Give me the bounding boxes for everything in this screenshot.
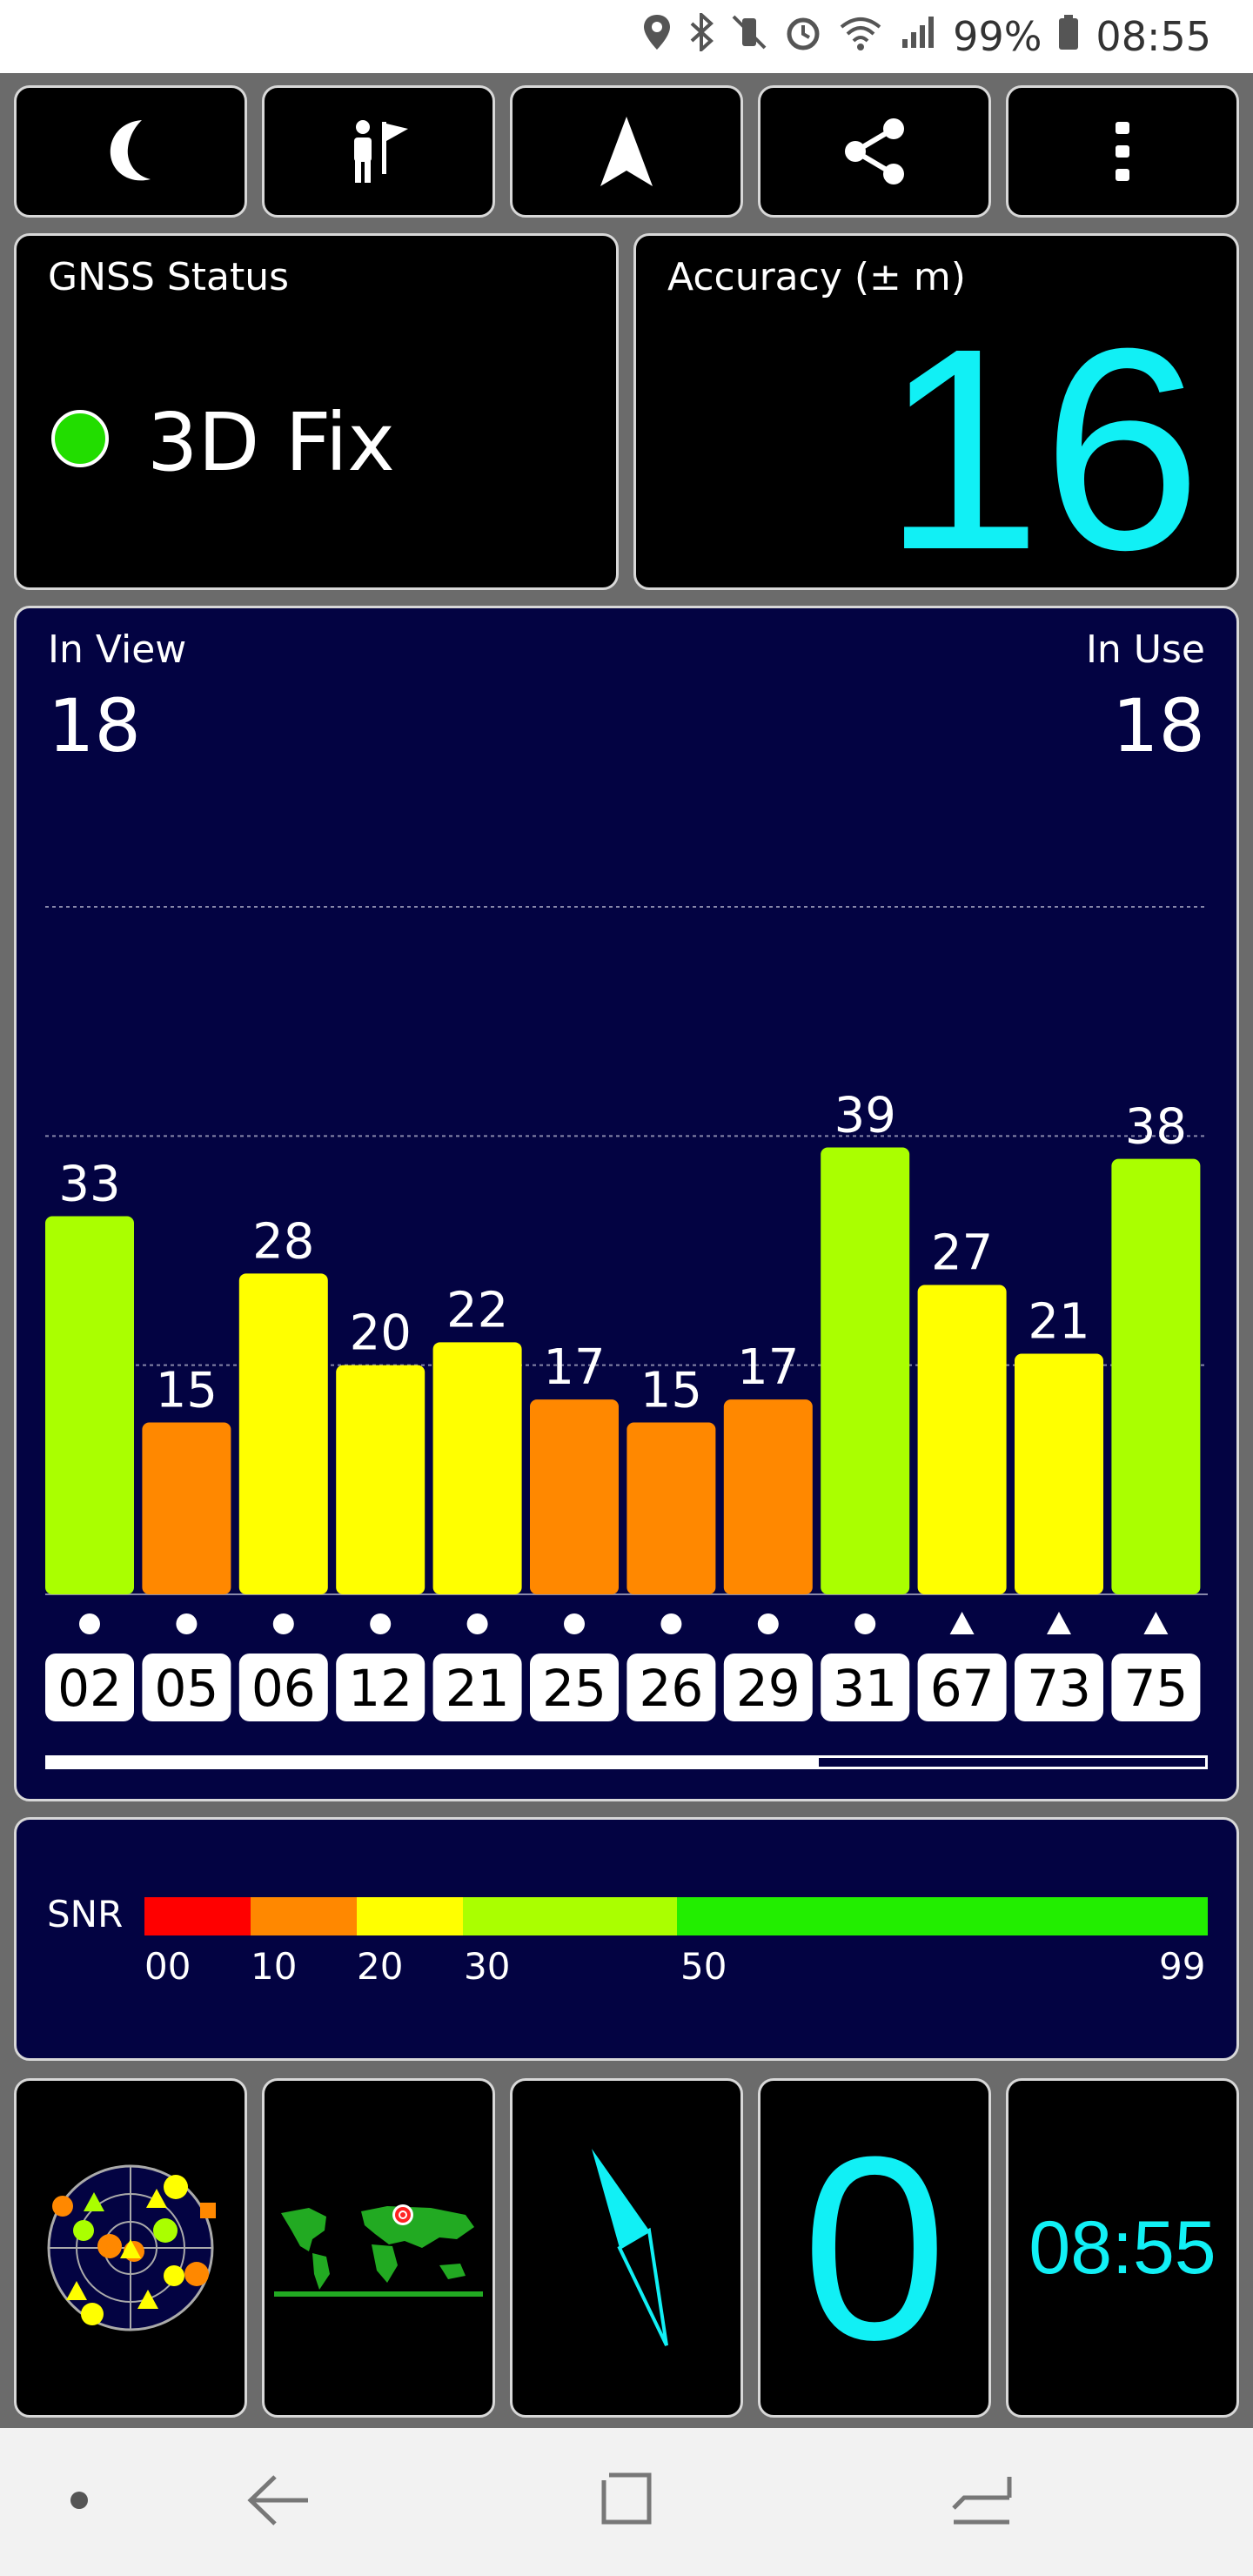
dot-icon[interactable] — [68, 2489, 90, 2512]
world-map-button[interactable] — [262, 2078, 495, 2418]
snr-bar — [821, 1147, 910, 1594]
snr-value-label: 15 — [156, 1363, 218, 1419]
used-in-fix-marker — [466, 1613, 488, 1634]
satellite-id-label: 02 — [57, 1659, 122, 1718]
used-in-fix-marker — [757, 1613, 779, 1634]
world-map-icon — [274, 2204, 483, 2297]
satellite-id-label: 29 — [736, 1659, 801, 1718]
snr-bar-chart: 33 02 15 05 28 06 20 12 22 21 17 25 15 26 17 29 39 31 27 67… — [45, 906, 1208, 1721]
snr-value-label: 28 — [252, 1213, 314, 1270]
satellite-id-label: 31 — [833, 1659, 897, 1718]
satellite-id-label: 75 — [1123, 1659, 1188, 1718]
snr-segment — [357, 1897, 463, 1935]
chart-scrollbar[interactable] — [45, 1755, 1208, 1769]
snr-value-label: 38 — [1125, 1099, 1187, 1156]
snr-bar — [917, 1285, 1007, 1594]
satellite-id-label: 73 — [1027, 1659, 1091, 1718]
snr-value-label: 27 — [931, 1225, 993, 1282]
snr-segment — [144, 1897, 251, 1935]
satellite-id-label: 21 — [446, 1659, 510, 1718]
snr-label: SNR — [47, 1893, 124, 1935]
back-icon[interactable] — [244, 2470, 313, 2531]
snr-tick: 20 — [357, 1945, 404, 1988]
speed-value: 0 — [801, 2102, 948, 2394]
snr-value-label: 22 — [446, 1282, 508, 1338]
snr-tick: 99 — [1159, 1945, 1206, 1988]
snr-bar — [432, 1342, 522, 1594]
used-in-fix-marker — [176, 1613, 198, 1634]
snr-value-label: 17 — [737, 1339, 799, 1396]
compass-button[interactable] — [510, 2078, 743, 2418]
snr-bar — [530, 1399, 619, 1594]
snr-tick: 10 — [251, 1945, 298, 1988]
satellite-id-label: 05 — [154, 1659, 218, 1718]
snr-value-label: 20 — [350, 1305, 412, 1362]
snr-bar — [626, 1422, 716, 1594]
snr-bar — [142, 1422, 231, 1594]
compass-icon — [592, 2149, 668, 2346]
satellite-id-label: 12 — [348, 1659, 412, 1718]
used-in-fix-marker — [854, 1613, 876, 1634]
snr-segment — [251, 1897, 357, 1935]
sbas-marker — [1143, 1612, 1169, 1634]
satellite-id-label: 25 — [542, 1659, 606, 1718]
snr-value-label: 33 — [58, 1157, 120, 1213]
snr-value-label: 17 — [543, 1339, 605, 1396]
snr-value-label: 21 — [1028, 1294, 1089, 1351]
used-in-fix-marker — [370, 1613, 392, 1634]
snr-bar — [45, 1216, 134, 1594]
recents-icon[interactable] — [947, 2470, 1016, 2531]
snr-tick: 30 — [464, 1945, 511, 1988]
satellite-id-label: 67 — [930, 1659, 995, 1718]
snr-bar — [238, 1273, 328, 1594]
snr-segment — [463, 1897, 677, 1935]
snr-value-label: 39 — [834, 1088, 896, 1144]
used-in-fix-marker — [660, 1613, 682, 1634]
snr-bar — [1015, 1353, 1103, 1594]
snr-value-label: 15 — [640, 1363, 702, 1419]
sbas-marker — [1047, 1612, 1071, 1634]
snr-scale-panel — [14, 1817, 1239, 2061]
snr-bar — [336, 1365, 425, 1594]
clock-time: 08:55 — [1029, 2205, 1216, 2290]
satellite-id-label: 06 — [251, 1659, 316, 1718]
snr-bar — [1111, 1158, 1201, 1594]
system-nav-bar — [0, 2428, 1253, 2576]
sbas-marker — [949, 1612, 975, 1634]
used-in-fix-marker — [564, 1613, 585, 1634]
clock-panel[interactable]: 08:55 — [1006, 2078, 1239, 2418]
snr-tick: 50 — [680, 1945, 727, 1988]
chart-scrollbar-thumb[interactable] — [48, 1758, 819, 1767]
snr-bar — [723, 1399, 813, 1594]
sky-plot-button[interactable] — [14, 2078, 247, 2418]
used-in-fix-marker — [272, 1613, 294, 1634]
sky-plot-icon — [47, 2164, 216, 2331]
snr-segment — [677, 1897, 1208, 1935]
satellite-id-label: 26 — [639, 1659, 703, 1718]
used-in-fix-marker — [79, 1613, 100, 1634]
snr-tick: 00 — [144, 1945, 191, 1988]
speed-panel[interactable]: 0 — [758, 2078, 991, 2418]
home-icon[interactable] — [599, 2470, 656, 2527]
snr-color-bar — [144, 1897, 1208, 1935]
